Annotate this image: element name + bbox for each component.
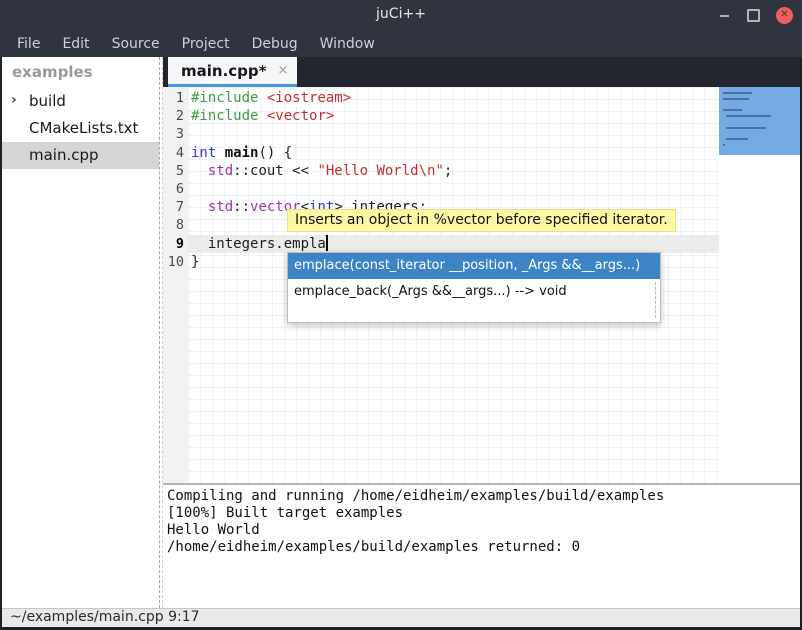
window-title: juCi++ bbox=[0, 6, 802, 22]
statusbar-path-position: ~/examples/main.cpp 9:17 bbox=[10, 609, 200, 625]
tabbar: main.cpp* × bbox=[163, 57, 800, 87]
menubar: FileEditSourceProjectDebugWindow bbox=[0, 30, 802, 57]
titlebar[interactable]: juCi++ ✕ bbox=[0, 0, 802, 30]
code-token bbox=[216, 145, 224, 161]
code-token bbox=[258, 90, 266, 106]
code-token: #include bbox=[191, 90, 258, 106]
minimap-code-line bbox=[723, 144, 725, 146]
code-token: int bbox=[191, 145, 216, 161]
line-number: 8 bbox=[163, 216, 188, 234]
minimap[interactable] bbox=[719, 87, 800, 483]
line-number-gutter: 12345678910 bbox=[163, 87, 188, 483]
minimap-code-line bbox=[726, 138, 748, 140]
output-line: /home/eidheim/examples/build/examples re… bbox=[167, 539, 800, 556]
editor-pane: main.cpp* × 12345678910 #include <iostre… bbox=[163, 57, 800, 608]
line-number: 2 bbox=[163, 107, 188, 125]
code-token bbox=[258, 108, 266, 124]
code-line[interactable]: std::cout << "Hello World\n"; bbox=[191, 162, 719, 180]
doc-tooltip: Inserts an object in %vector before spec… bbox=[287, 209, 676, 232]
code-token: #include bbox=[191, 108, 258, 124]
file-tree-sidebar: examples › build CMakeLists.txt main.cpp bbox=[2, 57, 159, 608]
code-token: cout bbox=[250, 163, 284, 179]
line-number: 4 bbox=[163, 144, 188, 162]
code-token bbox=[191, 199, 208, 215]
menu-item-project[interactable]: Project bbox=[171, 33, 241, 55]
minimap-code-line bbox=[726, 115, 771, 117]
chevron-right-icon[interactable]: › bbox=[11, 87, 17, 114]
sidebar-item-build[interactable]: › build bbox=[2, 88, 159, 115]
sidebar-item-label: build bbox=[29, 92, 66, 110]
sidebar-item-cmakelists-txt[interactable]: CMakeLists.txt bbox=[2, 115, 159, 142]
line-number: 6 bbox=[163, 180, 188, 198]
menu-item-file[interactable]: File bbox=[6, 33, 51, 55]
autocomplete-scrollbar[interactable] bbox=[655, 282, 656, 318]
line-number: 7 bbox=[163, 198, 188, 216]
code-token bbox=[191, 163, 208, 179]
minimize-icon[interactable] bbox=[719, 9, 731, 21]
output-line: Hello World bbox=[167, 522, 800, 539]
menu-item-window[interactable]: Window bbox=[309, 33, 386, 55]
code-token: } bbox=[191, 254, 199, 270]
code-token: std bbox=[208, 163, 233, 179]
output-line: Compiling and running /home/eidheim/exam… bbox=[167, 488, 800, 505]
file-tree: › build CMakeLists.txt main.cpp bbox=[2, 88, 159, 169]
code-token: main bbox=[225, 145, 259, 161]
code-token: :: bbox=[233, 199, 250, 215]
minimap-code-line bbox=[723, 98, 749, 100]
line-number: 5 bbox=[163, 162, 188, 180]
code-line[interactable]: #include <vector> bbox=[191, 107, 719, 125]
statusbar: ~/examples/main.cpp 9:17 bbox=[2, 608, 800, 627]
menu-item-edit[interactable]: Edit bbox=[51, 33, 100, 55]
code-line[interactable]: integers.empla bbox=[191, 235, 719, 253]
window-controls: ✕ bbox=[719, 0, 793, 30]
code-token: ; bbox=[444, 163, 452, 179]
line-number: 3 bbox=[163, 125, 188, 143]
code-token: <vector> bbox=[267, 108, 334, 124]
code-line[interactable] bbox=[191, 125, 719, 143]
output-line: [100%] Built target examples bbox=[167, 505, 800, 522]
code-token: :: bbox=[233, 163, 250, 179]
minimap-viewport[interactable] bbox=[719, 87, 800, 155]
text-cursor bbox=[326, 235, 328, 251]
minimap-code-line bbox=[723, 109, 742, 111]
minimap-code-line bbox=[723, 92, 752, 94]
close-icon[interactable]: ✕ bbox=[776, 7, 793, 24]
menu-item-debug[interactable]: Debug bbox=[241, 33, 309, 55]
autocomplete-list: emplace(const_iterator __position, _Args… bbox=[288, 253, 660, 305]
menu-item-source[interactable]: Source bbox=[101, 33, 171, 55]
line-number: 9 bbox=[163, 235, 188, 253]
autocomplete-popup: emplace(const_iterator __position, _Args… bbox=[287, 252, 661, 323]
code-token: << bbox=[284, 163, 318, 179]
minimap-code-line bbox=[726, 127, 766, 129]
autocomplete-item[interactable]: emplace_back(_Args &&__args...) --> void bbox=[288, 279, 660, 305]
code-token: "Hello World\n" bbox=[317, 163, 443, 179]
sidebar-item-label: main.cpp bbox=[29, 146, 99, 164]
restore-icon[interactable] bbox=[747, 9, 760, 22]
code-token: integers.empla bbox=[191, 236, 326, 252]
tab-close-icon[interactable]: × bbox=[277, 64, 288, 77]
code-line[interactable] bbox=[191, 180, 719, 198]
main-content: examples › build CMakeLists.txt main.cpp ma… bbox=[2, 57, 800, 608]
project-name-header: examples bbox=[2, 57, 159, 88]
tab-label: main.cpp* bbox=[181, 62, 266, 80]
tab-main-cpp[interactable]: main.cpp* × bbox=[168, 57, 297, 87]
line-number: 10 bbox=[163, 253, 188, 271]
sidebar-item-main-cpp[interactable]: main.cpp bbox=[2, 142, 159, 169]
code-line[interactable]: int main() { bbox=[191, 144, 719, 162]
code-token: <iostream> bbox=[267, 90, 351, 106]
jucipp-window: juCi++ ✕ FileEditSourceProjectDebugWindo… bbox=[0, 0, 802, 630]
code-token: std bbox=[208, 199, 233, 215]
code-line[interactable]: #include <iostream> bbox=[191, 89, 719, 107]
line-number: 1 bbox=[163, 89, 188, 107]
build-output-panel: Compiling and running /home/eidheim/exam… bbox=[163, 485, 800, 608]
code-token: () { bbox=[258, 145, 292, 161]
sidebar-item-label: CMakeLists.txt bbox=[29, 119, 138, 137]
autocomplete-item[interactable]: emplace(const_iterator __position, _Args… bbox=[288, 253, 660, 279]
